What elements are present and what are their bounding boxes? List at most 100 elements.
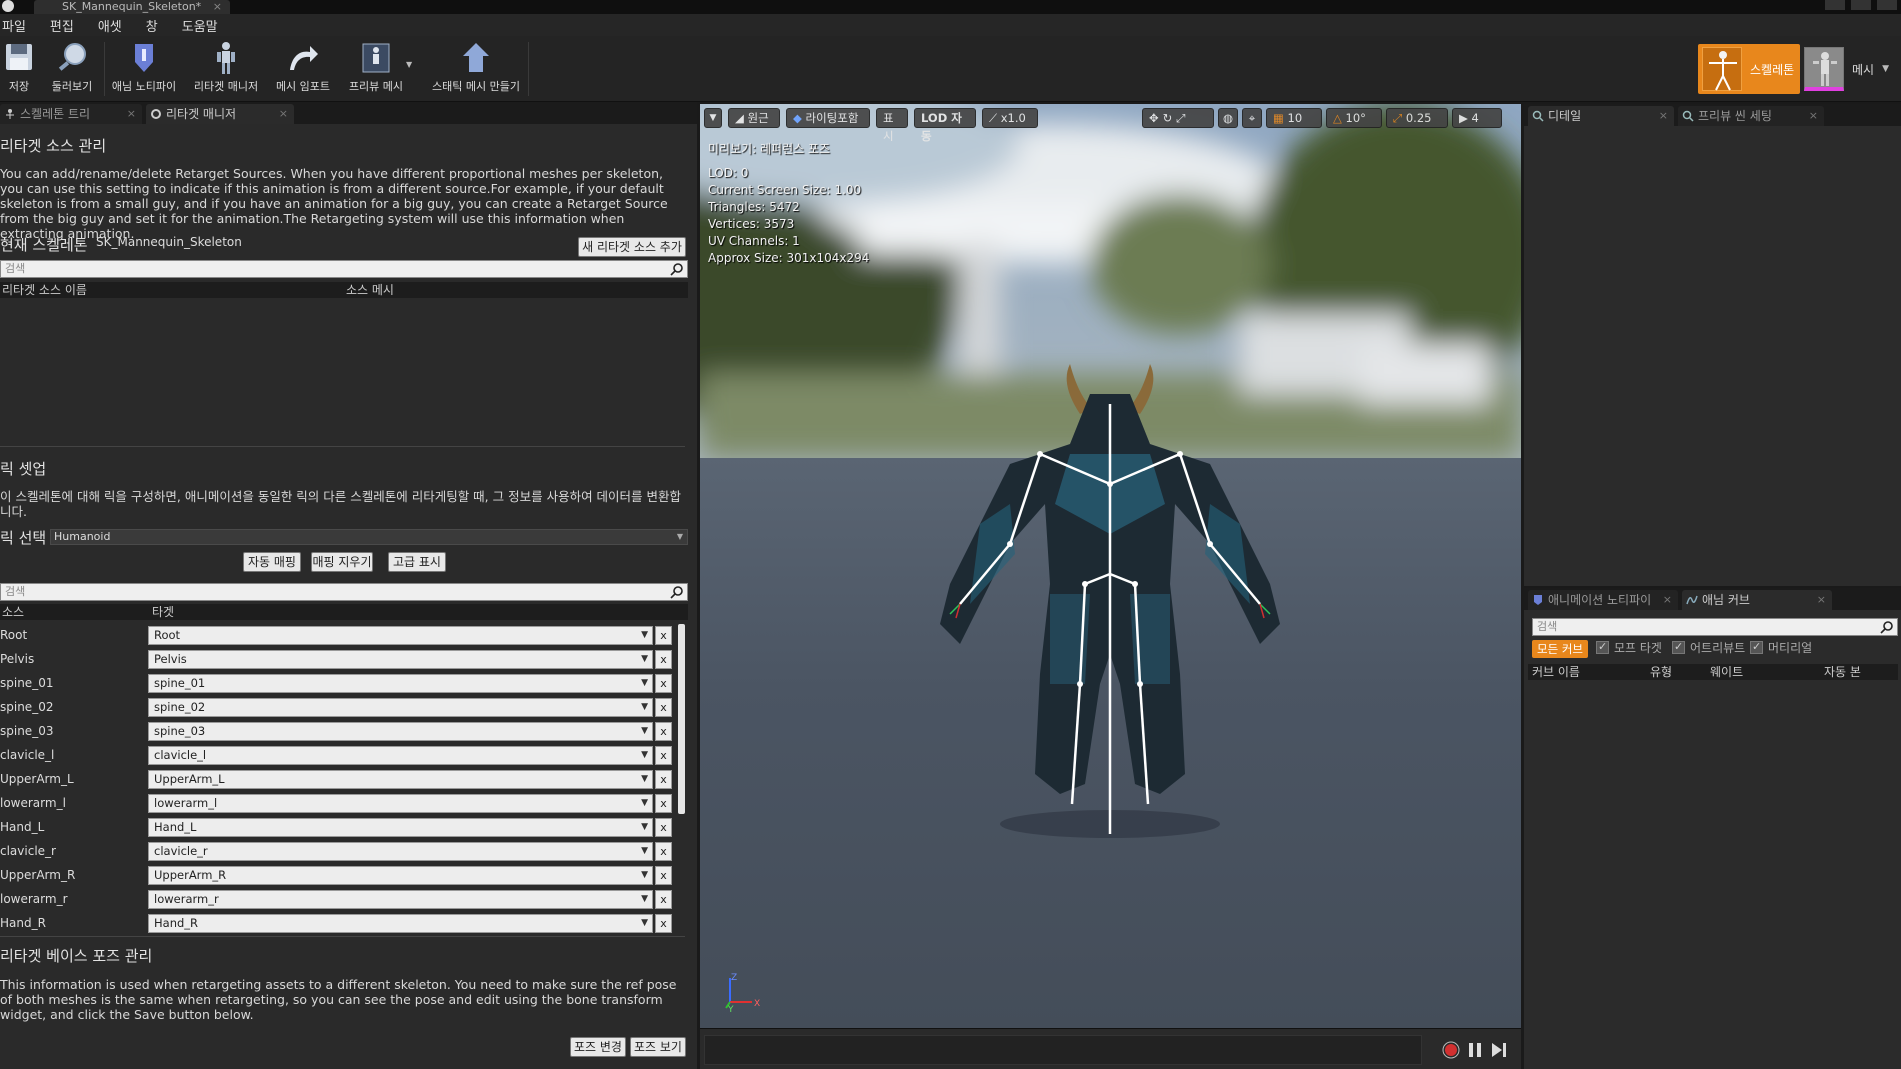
step-forward-button[interactable] [1490, 1041, 1508, 1059]
scale-snap-group[interactable]: ⤢ 0.25 [1386, 108, 1448, 128]
view-pose-button[interactable]: 포즈 보기 [630, 1037, 686, 1057]
clear-mapping-button[interactable]: x [655, 746, 672, 765]
col-curve-weight[interactable]: 웨이트 [1710, 664, 1743, 680]
col-source-mesh[interactable]: 소스 메시 [346, 282, 394, 298]
preview-mesh-button[interactable]: 프리뷰 메시 [344, 40, 408, 98]
target-bone-dropdown[interactable]: clavicle_r ▼ [148, 842, 653, 861]
target-bone-dropdown[interactable]: Hand_L ▼ [148, 818, 653, 837]
close-icon[interactable]: × [1663, 590, 1672, 610]
tab-preview-scene-settings[interactable]: 프리뷰 씬 세팅 × [1678, 106, 1824, 126]
col-retarget-source-name[interactable]: 리타겟 소스 이름 [2, 282, 87, 298]
target-bone-dropdown[interactable]: spine_01 ▼ [148, 674, 653, 693]
maximize-button[interactable] [1851, 0, 1871, 10]
world-local-toggle[interactable]: ◍ [1218, 108, 1238, 128]
close-icon[interactable]: × [1659, 106, 1668, 126]
target-bone-dropdown[interactable]: Root ▼ [148, 626, 653, 645]
lod-button[interactable]: LOD 자동 [914, 108, 976, 143]
record-button[interactable] [1442, 1041, 1460, 1059]
retarget-source-search-input[interactable]: 검색 [0, 260, 688, 278]
clear-mapping-button[interactable]: x [655, 794, 672, 813]
target-bone-dropdown[interactable]: spine_03 ▼ [148, 722, 653, 741]
mesh-mode-dropdown-icon[interactable]: ▼ [1882, 64, 1889, 74]
clear-mapping-button[interactable]: x [655, 650, 672, 669]
all-curves-filter-button[interactable]: 모든 커브 [1532, 640, 1588, 658]
timeline-track[interactable] [704, 1035, 1422, 1065]
target-bone-dropdown[interactable]: clavicle_l ▼ [148, 746, 653, 765]
clear-mapping-button[interactable]: x [655, 866, 672, 885]
make-static-mesh-button[interactable]: 스태틱 메시 만들기 [426, 40, 526, 98]
target-bone-dropdown[interactable]: UpperArm_R ▼ [148, 866, 653, 885]
tab-skeleton-tree[interactable]: 스켈레톤 트리 × [0, 104, 142, 124]
camera-speed-button[interactable]: ▶ 4 [1452, 108, 1502, 128]
show-button[interactable]: 표시 [876, 108, 908, 143]
clear-map-button[interactable]: 매핑 지우기 [311, 552, 373, 572]
menu-edit[interactable]: 편집 [48, 16, 76, 35]
clear-mapping-button[interactable]: x [655, 674, 672, 693]
target-bone-dropdown[interactable]: spine_02 ▼ [148, 698, 653, 717]
rig-select-dropdown[interactable]: Humanoid ▼ [50, 529, 688, 545]
close-icon[interactable]: × [213, 0, 222, 13]
minimize-button[interactable] [1825, 0, 1845, 10]
clear-mapping-button[interactable]: x [655, 698, 672, 717]
menu-asset[interactable]: 애셋 [96, 16, 124, 35]
curve-search-input[interactable]: 검색 [1532, 618, 1898, 636]
menu-help[interactable]: 도움말 [180, 16, 220, 35]
retarget-manager-button[interactable]: 리타겟 매니저 [190, 40, 262, 98]
translate-icon[interactable]: ✥ [1149, 111, 1163, 125]
anim-notify-button[interactable]: 애님 노티파이 [108, 40, 180, 98]
material-checkbox[interactable]: 머티리얼 [1750, 639, 1812, 656]
target-bone-dropdown[interactable]: lowerarm_l ▼ [148, 794, 653, 813]
clear-mapping-button[interactable]: x [655, 914, 672, 933]
menu-window[interactable]: 창 [144, 16, 160, 35]
close-icon[interactable]: × [1817, 590, 1826, 610]
document-tab[interactable]: SK_Mannequin_Skeleton* × [34, 0, 230, 14]
col-curve-auto-bone[interactable]: 자동 본 [1824, 664, 1861, 680]
rotate-icon[interactable]: ↻ [1163, 111, 1177, 125]
morph-target-checkbox[interactable]: 모프 타겟 [1596, 639, 1662, 656]
target-bone-dropdown[interactable]: Hand_R ▼ [148, 914, 653, 933]
clear-mapping-button[interactable]: x [655, 626, 672, 645]
clear-mapping-button[interactable]: x [655, 818, 672, 837]
close-icon[interactable]: × [279, 104, 288, 124]
show-advanced-button[interactable]: 고급 표시 [388, 552, 446, 572]
playback-speed-button[interactable]: ⟋ x1.0 [982, 108, 1038, 128]
close-icon[interactable]: × [127, 104, 136, 124]
mesh-import-button[interactable]: 메시 임포트 [272, 40, 334, 98]
auto-map-button[interactable]: 자동 매핑 [243, 552, 301, 572]
browse-button[interactable]: 둘러보기 [48, 40, 96, 98]
preview-viewport[interactable]: ▼ ◢ 원근 ◆ 라이팅포함 표시 LOD 자동 ⟋ x1.0 ✥↻⤢ ◍ ⌖ … [700, 104, 1521, 1069]
col-source[interactable]: 소스 [2, 604, 24, 620]
rotation-snap-group[interactable]: △ 10° [1326, 108, 1382, 128]
col-target[interactable]: 타겟 [152, 604, 174, 620]
bone-mapping-search-input[interactable]: 검색 [0, 583, 688, 601]
clear-mapping-button[interactable]: x [655, 842, 672, 861]
tab-details[interactable]: 디테일 × [1528, 106, 1674, 126]
grid-snap-group[interactable]: ▦ 10 [1266, 108, 1322, 128]
scale-icon[interactable]: ⤢ [1176, 111, 1189, 125]
tab-retarget-manager[interactable]: 리타겟 매니저 × [146, 104, 294, 124]
col-curve-name[interactable]: 커브 이름 [1532, 664, 1580, 680]
surface-snap-toggle[interactable]: ⌖ [1242, 108, 1262, 128]
tab-anim-curves[interactable]: 애님 커브 × [1682, 590, 1832, 610]
lighting-button[interactable]: ◆ 라이팅포함 [786, 108, 870, 128]
menu-file[interactable]: 파일 [0, 16, 28, 35]
target-bone-dropdown[interactable]: UpperArm_L ▼ [148, 770, 653, 789]
col-curve-type[interactable]: 유형 [1650, 664, 1672, 680]
pause-button[interactable] [1466, 1041, 1484, 1059]
attribute-checkbox[interactable]: 어트리뷰트 [1672, 639, 1745, 656]
close-icon[interactable]: × [1809, 106, 1818, 126]
perspective-button[interactable]: ◢ 원근 [728, 108, 780, 128]
skeletal-mesh-preview[interactable] [920, 354, 1300, 854]
save-button[interactable]: 저장 [2, 40, 36, 98]
clear-mapping-button[interactable]: x [655, 722, 672, 741]
clear-mapping-button[interactable]: x [655, 770, 672, 789]
target-bone-dropdown[interactable]: lowerarm_r ▼ [148, 890, 653, 909]
tab-anim-notifies[interactable]: 애니메이션 노티파이 × [1528, 590, 1678, 610]
close-window-button[interactable] [1877, 0, 1897, 10]
clear-mapping-button[interactable]: x [655, 890, 672, 909]
viewport-options-button[interactable]: ▼ [704, 108, 722, 128]
mesh-mode-button[interactable]: 메시 ▼ [1804, 44, 1900, 94]
target-bone-dropdown[interactable]: Pelvis ▼ [148, 650, 653, 669]
skeleton-mode-button[interactable]: 스켈레톤 [1698, 44, 1800, 94]
preview-mesh-dropdown-icon[interactable]: ▼ [406, 60, 412, 69]
